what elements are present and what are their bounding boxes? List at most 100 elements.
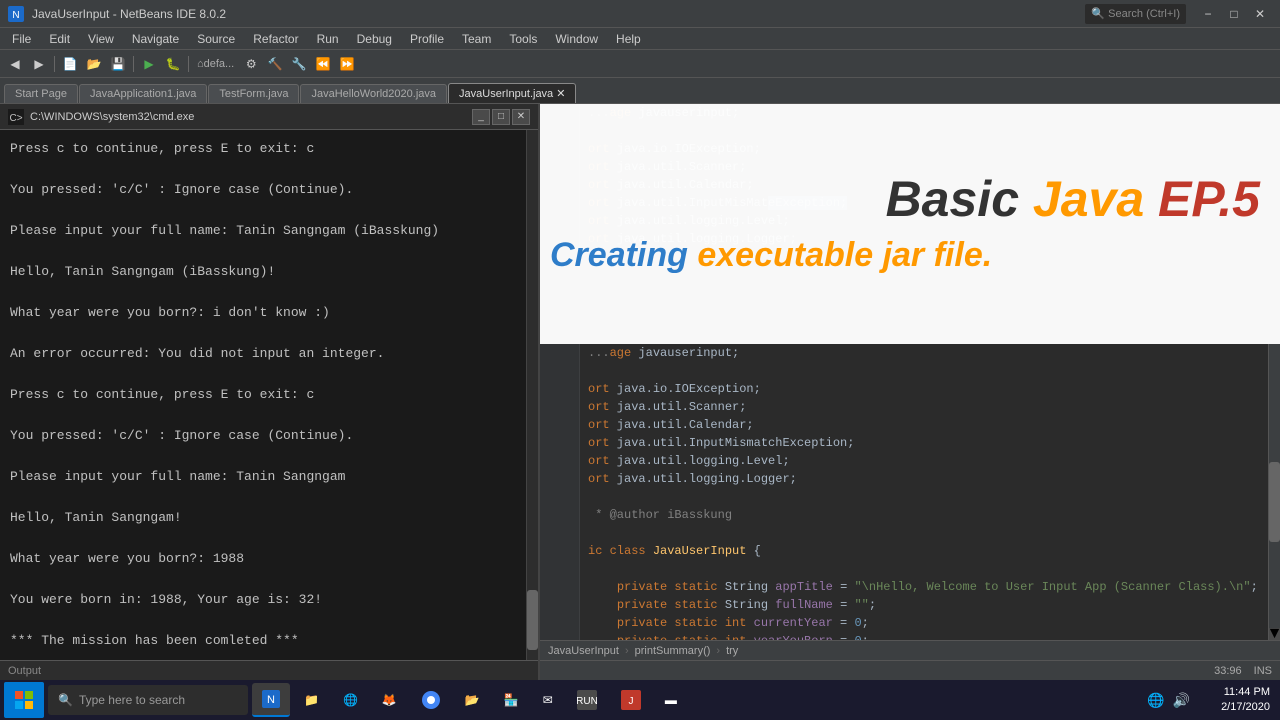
start-button[interactable] [4,682,44,718]
menu-team[interactable]: Team [454,30,499,48]
network-icon[interactable]: 🌐 [1147,692,1164,709]
code-line-import4: ort java.util.InputMismatchException; [540,434,1268,452]
tab-hello-world[interactable]: JavaHelloWorld2020.java [300,84,447,103]
tab-user-input[interactable]: JavaUserInput.java ✕ [448,83,576,103]
breadcrumb-item-1[interactable]: JavaUserInput [548,645,619,657]
code-line-class: ic class JavaUserInput { [540,542,1268,560]
menu-view[interactable]: View [80,30,122,48]
toolbar: ◀ ▶ 📄 📂 💾 ▶ 🐛 ⌂defa... ⚙ 🔨 🔧 ⏪ ⏩ [0,50,1280,78]
code-line-field4: private static int yearYouBorn = 0; [540,632,1268,640]
cmd-minimize[interactable]: _ [472,109,490,125]
taskbar-clock[interactable]: 11:44 PM 2/17/2020 [1221,685,1270,716]
menu-tools[interactable]: Tools [501,30,545,48]
toolbar-forward[interactable]: ▶ [28,53,50,75]
menu-source[interactable]: Source [189,30,243,48]
taskbar-system-icons: 🌐 🔊 [1147,692,1190,709]
menu-profile[interactable]: Profile [402,30,452,48]
tab-test-form[interactable]: TestForm.java [208,84,299,103]
editor-scrollbar[interactable]: ▼ [1268,344,1280,640]
minimize-button[interactable]: − [1196,4,1220,24]
taskbar-javauserinput[interactable]: J [611,683,651,717]
project-path: ⌂defa... [193,58,234,70]
menu-run[interactable]: Run [309,30,347,48]
breadcrumb-sep-1: › [625,645,629,657]
tab-start-page[interactable]: Start Page [4,84,78,103]
code-line-blank4 [540,560,1268,578]
maximize-button[interactable]: □ [1222,4,1246,24]
code-line-blank1 [540,362,1268,380]
taskbar-store[interactable]: 🏪 [494,683,529,717]
code-editor-area[interactable]: ...age javauserinput; ort java.io.IOExce… [540,344,1280,640]
window-title: JavaUserInput - NetBeans IDE 8.0.2 [32,7,1077,21]
cmd-line-24 [10,611,528,631]
toolbar-btn-extra3[interactable]: 🔧 [288,53,310,75]
banner-creating: Creating [550,236,688,274]
cmd-icon: C> [8,109,24,125]
toolbar-save[interactable]: 💾 [107,53,129,75]
menu-edit[interactable]: Edit [41,30,78,48]
toolbar-debug[interactable]: 🐛 [162,53,184,75]
menu-file[interactable]: File [4,30,39,48]
taskbar-edge[interactable]: 🌐 [333,683,368,717]
toolbar-btn-extra5[interactable]: ⏩ [336,53,358,75]
volume-icon[interactable]: 🔊 [1173,692,1190,709]
code-content[interactable]: ...age javauserinput; ort java.io.IOExce… [540,344,1268,640]
taskbar-mail[interactable]: ✉ [533,683,563,717]
cmd-line-6 [10,242,528,262]
breadcrumb-item-3[interactable]: try [726,645,738,657]
menu-debug[interactable]: Debug [349,30,400,48]
tabs-bar: Start Page JavaApplication1.java TestFor… [0,78,1280,104]
cmd-line-7: Hello, Tanin Sangngam (iBasskung)! [10,262,528,282]
taskbar-chrome[interactable] [411,683,451,717]
taskbar-runapp[interactable]: RUN [567,683,607,717]
search-icon: 🔍 [58,693,73,707]
cmd-line-5: Please input your full name: Tanin Sangn… [10,221,528,241]
toolbar-btn-extra[interactable]: ⚙ [240,53,262,75]
svg-text:N: N [12,10,19,21]
cmd-line-20 [10,529,528,549]
clock-time: 11:44 PM [1221,685,1270,700]
editor-scrollbar-thumb[interactable] [1269,462,1280,542]
toolbar-btn-extra4[interactable]: ⏪ [312,53,334,75]
scrollbar-down[interactable]: ▼ [1269,628,1280,640]
menu-navigate[interactable]: Navigate [124,30,187,48]
toolbar-back[interactable]: ◀ [4,53,26,75]
menu-refactor[interactable]: Refactor [245,30,306,48]
tab-java-app[interactable]: JavaApplication1.java [79,84,207,103]
svg-text:N: N [267,694,275,706]
cmd-line-12 [10,365,528,385]
cmd-content[interactable]: Press c to continue, press E to exit: c … [0,130,538,660]
menu-help[interactable]: Help [608,30,649,48]
taskbar-files[interactable]: 📂 [455,683,490,717]
cmd-line-8 [10,283,528,303]
toolbar-open[interactable]: 📂 [83,53,105,75]
editor-panel: ...age javauserinput; ort java.io.IOExce… [540,104,1280,680]
svg-text:RUN: RUN [577,696,597,707]
code-line-import5: ort java.util.logging.Level; [540,452,1268,470]
cmd-line-11: An error occurred: You did not input an … [10,344,528,364]
cmd-scrollbar-thumb[interactable] [527,590,538,650]
breadcrumb-bar: JavaUserInput › printSummary() › try [540,640,1280,660]
toolbar-new[interactable]: 📄 [59,53,81,75]
cmd-scrollbar[interactable] [526,130,538,660]
cmd-line-9: What year were you born?: i don't know :… [10,303,528,323]
menu-window[interactable]: Window [547,30,606,48]
cmd-close[interactable]: ✕ [512,109,530,125]
cmd-line-21: What year were you born?: 1988 [10,549,528,569]
breadcrumb-item-2[interactable]: printSummary() [635,645,711,657]
window-controls: 🔍 Search (Ctrl+I) − □ ✕ [1085,4,1272,24]
file-explorer-icon: 📁 [304,693,319,707]
toolbar-separator-3 [188,56,189,72]
cmd-maximize[interactable]: □ [492,109,510,125]
terminal-icon: ▬ [665,693,677,707]
taskbar-file-explorer[interactable]: 📁 [294,683,329,717]
toolbar-btn-extra2[interactable]: 🔨 [264,53,286,75]
cmd-line-10 [10,324,528,344]
taskbar-search-box[interactable]: 🔍 Type here to search [48,685,248,715]
taskbar-firefox[interactable]: 🦊 [372,683,407,717]
toolbar-run[interactable]: ▶ [138,53,160,75]
taskbar-netbeans[interactable]: N [252,683,290,717]
close-button[interactable]: ✕ [1248,4,1272,24]
taskbar-terminal[interactable]: ▬ [655,683,687,717]
menu-bar: File Edit View Navigate Source Refactor … [0,28,1280,50]
